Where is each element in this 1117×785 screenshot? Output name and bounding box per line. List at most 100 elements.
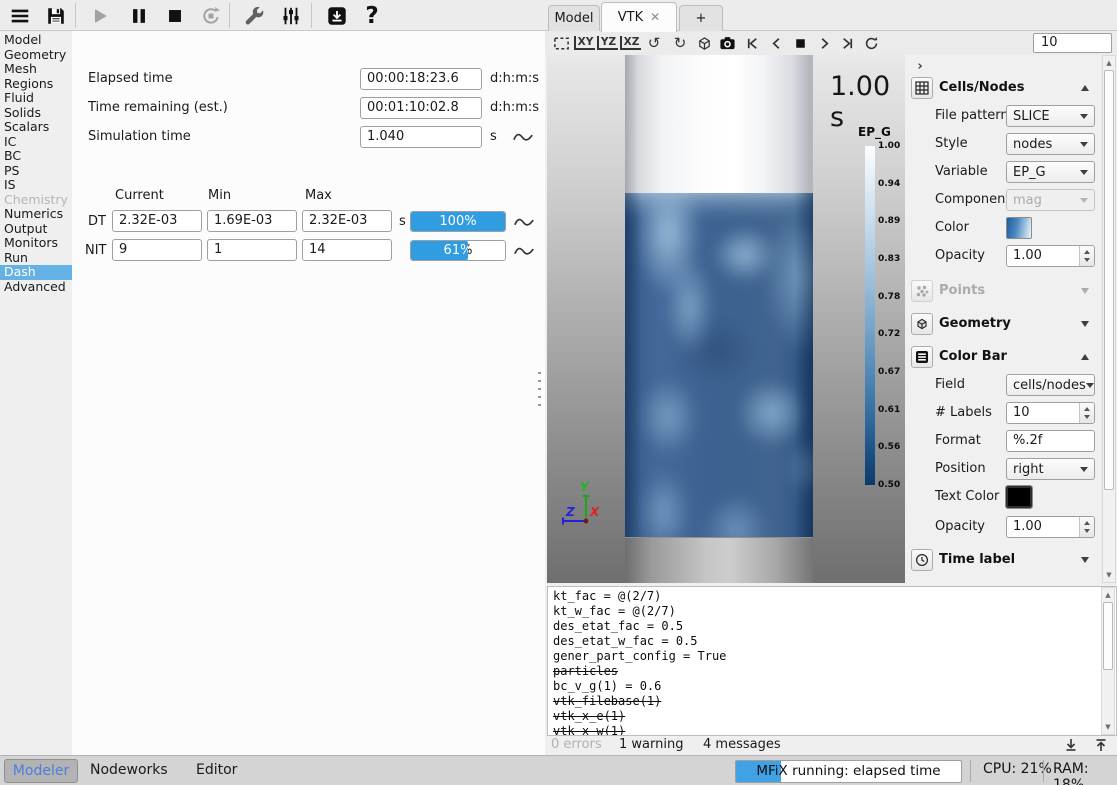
sidebar-item[interactable]: Fluid <box>0 91 72 106</box>
terminal-output[interactable]: kt_fac = @(2/7) kt_w_fac = @(2/7) des_et… <box>547 586 1117 736</box>
repeat-button[interactable] <box>861 33 881 53</box>
warnings-count[interactable]: 1 warning <box>619 737 683 752</box>
terminal-line: vtk_filebase(1) <box>553 694 1111 709</box>
scrollbar-thumb[interactable] <box>1104 70 1114 490</box>
dt-plot-icon[interactable] <box>513 213 535 231</box>
reset-view-button[interactable] <box>551 33 571 53</box>
frame-delay-input[interactable]: 10 <box>1033 33 1112 53</box>
perspective-button[interactable] <box>694 33 714 53</box>
next-frame-button[interactable] <box>814 33 834 53</box>
build-button[interactable] <box>240 2 268 29</box>
sidebar-item[interactable]: IC <box>0 135 72 150</box>
spinner-arrows-icon[interactable] <box>1079 246 1094 266</box>
section-cells-nodes[interactable]: Cells/Nodes <box>905 77 1101 101</box>
spinner-arrows-icon[interactable] <box>1079 517 1094 537</box>
menu-button[interactable] <box>6 2 34 29</box>
format-input[interactable]: %.2f <box>1006 430 1095 452</box>
mode-nodeworks[interactable]: Nodeworks <box>90 759 168 783</box>
sidebar-item[interactable]: Solids <box>0 106 72 121</box>
sidebar-item[interactable]: Run <box>0 251 72 266</box>
errors-count[interactable]: 0 errors <box>551 737 602 752</box>
collapse-panel-button[interactable]: › <box>911 57 929 75</box>
elapsed-time-field[interactable]: 00:00:18:23.6 <box>360 68 482 90</box>
sidebar-item[interactable]: Mesh <box>0 62 72 77</box>
tab-new[interactable]: + <box>679 5 723 31</box>
time-remaining-field[interactable]: 00:01:10:02.8 <box>360 97 482 119</box>
scroll-down-icon[interactable]: ▼ <box>1103 569 1115 581</box>
scroll-down-icon[interactable]: ▼ <box>1102 721 1114 733</box>
style-dropdown[interactable]: nodes <box>1006 133 1095 155</box>
text-color-swatch[interactable] <box>1006 486 1032 508</box>
mode-editor[interactable]: Editor <box>196 759 237 783</box>
scroll-to-bottom-icon[interactable] <box>1063 737 1079 753</box>
section-color-bar[interactable]: Color Bar <box>905 346 1101 370</box>
first-frame-button[interactable] <box>742 33 762 53</box>
tab-vtk[interactable]: VTK✕ <box>601 2 677 32</box>
nit-current-field[interactable]: 9 <box>112 239 202 261</box>
field-dropdown[interactable]: cells/nodes <box>1006 374 1095 396</box>
nit-plot-icon[interactable] <box>513 242 535 260</box>
terminal-scrollbar[interactable]: ▲ ▼ <box>1101 587 1115 735</box>
colorbar-opacity-spinbox[interactable]: 1.00 <box>1006 516 1095 538</box>
opacity-spinbox[interactable]: 1.00 <box>1006 245 1095 267</box>
sidebar-item[interactable]: Geometry <box>0 48 72 63</box>
sidebar-item[interactable]: Chemistry <box>0 193 72 208</box>
parameters-button[interactable] <box>277 2 305 29</box>
colorbar-tick: 0.61 <box>878 405 904 415</box>
panel-splitter[interactable] <box>538 372 541 410</box>
messages-count[interactable]: 4 messages <box>703 737 781 752</box>
section-geometry[interactable]: Geometry <box>905 313 1101 337</box>
color-map-swatch[interactable] <box>1006 217 1032 239</box>
screenshot-button[interactable] <box>717 33 737 53</box>
sidebar-item[interactable]: Monitors <box>0 236 72 251</box>
nit-min-field[interactable]: 1 <box>207 239 297 261</box>
tab-model[interactable]: Model <box>548 5 600 31</box>
variable-dropdown[interactable]: EP_G <box>1006 161 1095 183</box>
scroll-up-icon[interactable]: ▲ <box>1103 57 1115 69</box>
reset-button[interactable] <box>197 2 225 29</box>
dt-max-field[interactable]: 2.32E-03 <box>302 210 392 232</box>
rotate-right-button[interactable]: ↻ <box>670 33 690 53</box>
sidebar-item[interactable]: Output <box>0 222 72 237</box>
spinner-arrows-icon[interactable] <box>1079 403 1094 423</box>
simulation-time-field[interactable]: 1.040 <box>360 126 482 148</box>
scrollbar-thumb[interactable] <box>1103 602 1113 670</box>
view-yz-button[interactable]: YZ <box>597 33 618 53</box>
file-pattern-dropdown[interactable]: SLICE <box>1006 105 1095 127</box>
pause-button[interactable] <box>125 2 153 29</box>
sidebar-item[interactable]: BC <box>0 149 72 164</box>
sidebar-item[interactable]: IS <box>0 178 72 193</box>
sidebar-item[interactable]: Model <box>0 33 72 48</box>
stop-button[interactable] <box>161 2 189 29</box>
sidebar-item[interactable]: Numerics <box>0 207 72 222</box>
chevron-down-icon <box>1080 142 1088 147</box>
panel-scrollbar[interactable]: ▲ ▼ <box>1102 55 1116 583</box>
position-dropdown[interactable]: right <box>1006 458 1095 480</box>
dt-current-field[interactable]: 2.32E-03 <box>112 210 202 232</box>
help-button[interactable]: ? <box>358 2 386 29</box>
dt-min-field[interactable]: 1.69E-03 <box>207 210 297 232</box>
nit-max-field[interactable]: 14 <box>302 239 392 261</box>
rotate-left-button[interactable]: ↺ <box>644 33 664 53</box>
vtk-render-view[interactable]: 1.00 s EP_G 1.000.940.890.830.780.720.67… <box>547 55 905 583</box>
sidebar-item[interactable]: Advanced <box>0 280 72 295</box>
previous-frame-button[interactable] <box>766 33 786 53</box>
scroll-up-icon[interactable]: ▲ <box>1102 589 1114 601</box>
sidebar-item[interactable]: Regions <box>0 77 72 92</box>
save-button[interactable] <box>42 2 70 29</box>
view-xz-button[interactable]: XZ <box>620 33 641 53</box>
last-frame-button[interactable] <box>837 33 857 53</box>
sidebar-item[interactable]: Scalars <box>0 120 72 135</box>
mode-modeler[interactable]: Modeler <box>4 759 78 783</box>
plot-curve-icon[interactable] <box>512 128 534 146</box>
scroll-to-top-icon[interactable] <box>1093 737 1109 753</box>
sidebar-item[interactable]: PS <box>0 164 72 179</box>
run-button[interactable] <box>86 2 114 29</box>
labels-spinbox[interactable]: 10 <box>1006 402 1095 424</box>
stop-playback-button[interactable] <box>790 33 810 53</box>
export-workflow-button[interactable] <box>323 2 351 29</box>
section-time-label[interactable]: Time label <box>905 549 1101 573</box>
view-xy-button[interactable]: XY <box>574 33 595 53</box>
sidebar-item[interactable]: Dash <box>0 265 72 280</box>
tab-close-icon[interactable]: ✕ <box>650 10 660 24</box>
